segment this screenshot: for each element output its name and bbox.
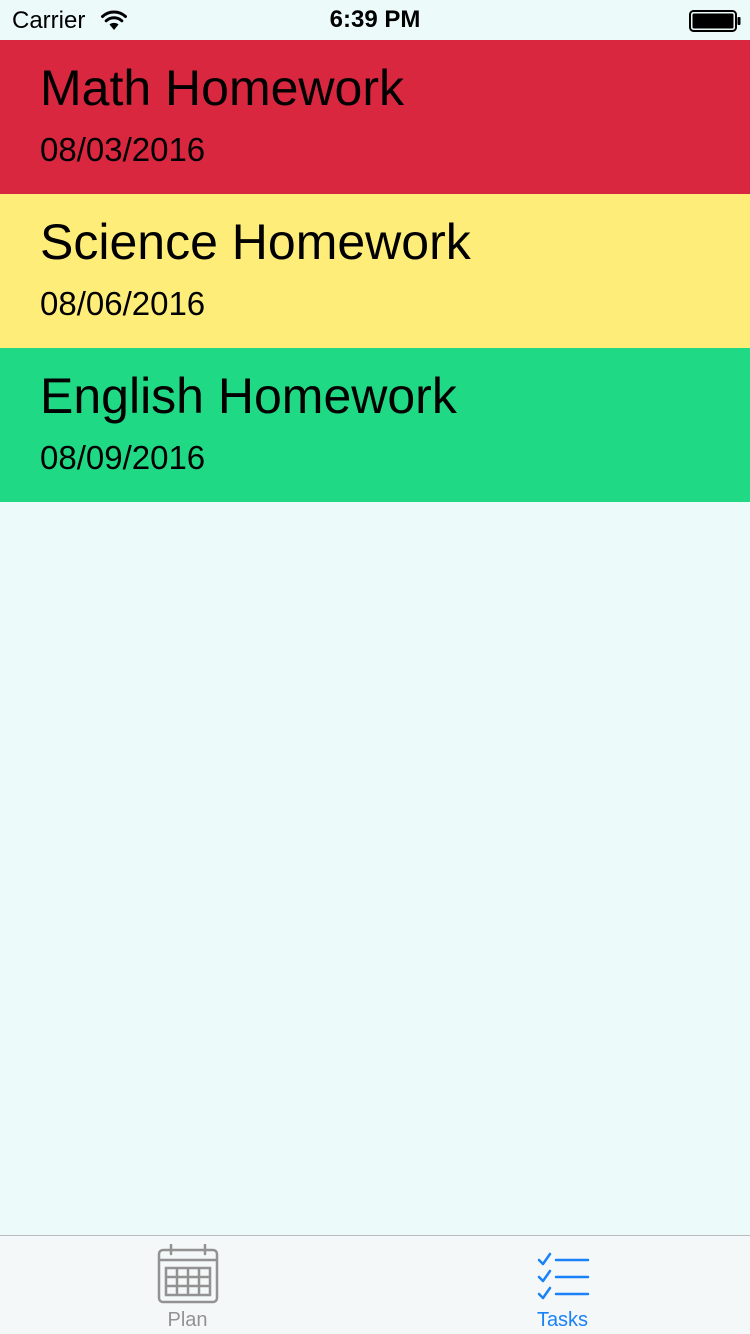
task-date: 08/06/2016 xyxy=(40,285,206,322)
tab-bar: Plan Tasks xyxy=(0,1235,750,1334)
task-title: Math Homework xyxy=(40,60,404,116)
task-title: English Homework xyxy=(40,368,457,424)
tab-tasks[interactable]: Tasks xyxy=(375,1236,750,1334)
tab-plan[interactable]: Plan xyxy=(0,1236,375,1334)
battery-icon xyxy=(689,10,741,32)
status-bar: Carrier 6:39 PM xyxy=(0,0,750,40)
tab-plan-label: Plan xyxy=(167,1309,208,1331)
checklist-icon xyxy=(537,1252,589,1300)
task-date: 08/03/2016 xyxy=(40,131,206,168)
status-time: 6:39 PM xyxy=(329,6,421,33)
task-list: Math Homework 08/03/2016 Science Homewor… xyxy=(0,40,750,502)
task-title: Science Homework xyxy=(40,214,471,270)
task-date: 08/09/2016 xyxy=(40,439,206,476)
task-row[interactable]: Science Homework 08/06/2016 xyxy=(0,194,750,348)
task-row[interactable]: English Homework 08/09/2016 xyxy=(0,348,750,502)
task-row[interactable]: Math Homework 08/03/2016 xyxy=(0,40,750,194)
calendar-icon xyxy=(157,1244,218,1304)
tab-tasks-label: Tasks xyxy=(536,1309,589,1331)
